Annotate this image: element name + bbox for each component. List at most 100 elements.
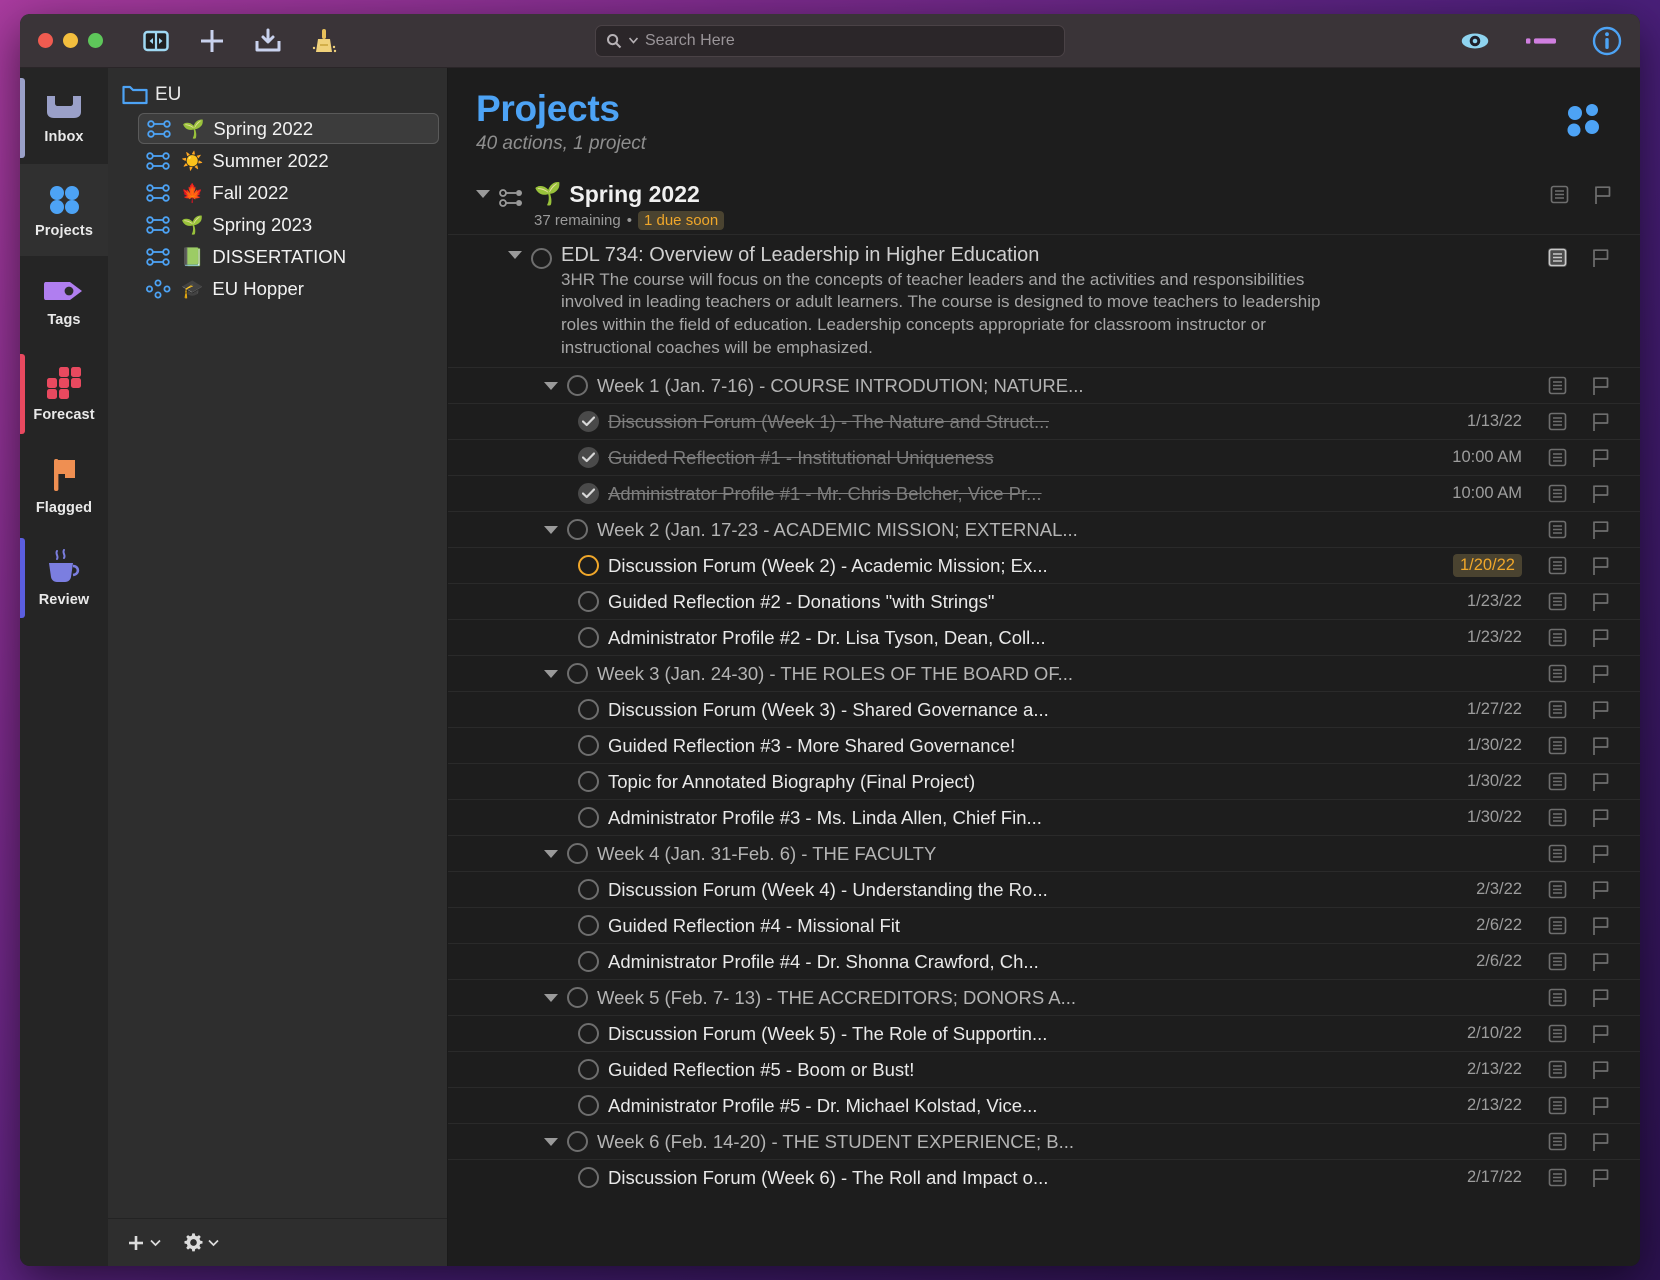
note-icon[interactable]	[1548, 248, 1567, 268]
flag-icon[interactable]	[1592, 628, 1610, 648]
task-row[interactable]: Administrator Profile #2 - Dr. Lisa Tyso…	[448, 619, 1640, 655]
task-status-circle[interactable]	[567, 1131, 588, 1153]
search-bar[interactable]	[595, 24, 1065, 57]
project-list-item[interactable]: ☀️ Summer 2022	[138, 145, 439, 176]
task-status-circle[interactable]	[578, 807, 599, 829]
task-row[interactable]: Administrator Profile #4 - Dr. Shonna Cr…	[448, 943, 1640, 979]
flag-icon[interactable]	[1592, 916, 1610, 936]
note-icon[interactable]	[1548, 484, 1567, 503]
task-status-circle[interactable]	[578, 951, 599, 973]
task-status-circle[interactable]	[578, 1095, 599, 1117]
project-list-item[interactable]: 🌱 Spring 2023	[138, 209, 439, 240]
task-status-circle[interactable]	[578, 447, 599, 469]
task-row[interactable]: Discussion Forum (Week 4) - Understandin…	[448, 871, 1640, 907]
flag-icon[interactable]	[1592, 844, 1610, 864]
maximize-button[interactable]	[88, 33, 103, 48]
add-item-icon[interactable]	[197, 26, 227, 56]
search-input[interactable]	[645, 31, 1054, 50]
note-icon[interactable]	[1548, 772, 1567, 791]
disclosure-triangle-icon[interactable]	[476, 189, 490, 198]
flag-icon[interactable]	[1592, 376, 1610, 396]
sidebar-item-tags[interactable]: Tags	[20, 256, 108, 348]
inspector-info-icon[interactable]	[1592, 26, 1622, 56]
task-row[interactable]: Administrator Profile #5 - Dr. Michael K…	[448, 1087, 1640, 1123]
note-icon[interactable]	[1548, 916, 1567, 935]
flag-icon[interactable]	[1592, 1024, 1610, 1044]
flag-icon[interactable]	[1592, 412, 1610, 432]
flag-icon[interactable]	[1592, 448, 1610, 468]
task-status-circle[interactable]	[567, 843, 588, 865]
perspective-stripe-icon[interactable]	[1526, 26, 1556, 56]
task-status-circle[interactable]	[578, 1167, 599, 1189]
close-button[interactable]	[38, 33, 53, 48]
task-row[interactable]: Administrator Profile #1 - Mr. Chris Bel…	[448, 475, 1640, 511]
sidebar-toggle-icon[interactable]	[141, 26, 171, 56]
task-status-circle[interactable]	[567, 375, 588, 397]
sidebar-item-inbox[interactable]: Inbox	[20, 72, 108, 164]
task-status-circle[interactable]	[578, 699, 599, 721]
flag-icon[interactable]	[1592, 592, 1610, 612]
task-row[interactable]: Discussion Forum (Week 6) - The Roll and…	[448, 1159, 1640, 1195]
task-group-row[interactable]: Week 6 (Feb. 14-20) - THE STUDENT EXPERI…	[448, 1123, 1640, 1159]
task-row[interactable]: Guided Reflection #2 - Donations "with S…	[448, 583, 1640, 619]
sidebar-item-flagged[interactable]: Flagged	[20, 440, 108, 532]
note-icon[interactable]	[1548, 952, 1567, 971]
note-icon[interactable]	[1548, 1168, 1567, 1187]
flag-icon[interactable]	[1592, 1168, 1610, 1188]
task-status-circle[interactable]	[578, 483, 599, 505]
sidebar-item-review[interactable]: Review	[20, 532, 108, 624]
project-list-item[interactable]: 🍁 Fall 2022	[138, 177, 439, 208]
note-icon[interactable]	[1548, 412, 1567, 431]
flag-icon[interactable]	[1592, 248, 1610, 268]
flag-icon[interactable]	[1592, 952, 1610, 972]
note-icon[interactable]	[1548, 664, 1567, 683]
task-group-row[interactable]: Week 4 (Jan. 31-Feb. 6) - THE FACULTY	[448, 835, 1640, 871]
flag-icon[interactable]	[1592, 520, 1610, 540]
flag-icon[interactable]	[1592, 988, 1610, 1008]
task-group-row[interactable]: Week 2 (Jan. 17-23 - ACADEMIC MISSION; E…	[448, 511, 1640, 547]
task-status-circle[interactable]	[578, 1059, 599, 1081]
task-row[interactable]: Guided Reflection #1 - Institutional Uni…	[448, 439, 1640, 475]
flag-icon[interactable]	[1592, 772, 1610, 792]
disclosure-triangle-icon[interactable]	[544, 1137, 558, 1146]
sidebar-item-forecast[interactable]: Forecast	[20, 348, 108, 440]
note-icon[interactable]	[1548, 1024, 1567, 1043]
disclosure-triangle-icon[interactable]	[544, 525, 558, 534]
cleanup-broom-icon[interactable]	[309, 26, 339, 56]
add-project-button[interactable]	[126, 1233, 161, 1253]
view-options-eye-icon[interactable]	[1460, 26, 1490, 56]
disclosure-triangle-icon[interactable]	[544, 669, 558, 678]
note-icon[interactable]	[1548, 880, 1567, 899]
disclosure-triangle-icon[interactable]	[544, 993, 558, 1002]
flag-icon[interactable]	[1592, 484, 1610, 504]
task-group-row[interactable]: Week 1 (Jan. 7-16) - COURSE INTRODUTION;…	[448, 367, 1640, 403]
task-status-circle[interactable]	[578, 915, 599, 937]
note-icon[interactable]	[1548, 376, 1567, 395]
project-list-item[interactable]: 🎓 EU Hopper	[138, 273, 439, 304]
note-icon[interactable]	[1548, 1060, 1567, 1079]
task-status-circle[interactable]	[578, 411, 599, 433]
task-status-circle[interactable]	[578, 879, 599, 901]
note-icon[interactable]	[1548, 592, 1567, 611]
flag-icon[interactable]	[1594, 185, 1612, 205]
disclosure-triangle-icon[interactable]	[544, 381, 558, 390]
note-icon[interactable]	[1548, 448, 1567, 467]
task-row[interactable]: Administrator Profile #3 - Ms. Linda All…	[448, 799, 1640, 835]
note-icon[interactable]	[1548, 844, 1567, 863]
flag-icon[interactable]	[1592, 880, 1610, 900]
project-settings-button[interactable]	[183, 1232, 219, 1253]
note-icon[interactable]	[1548, 736, 1567, 755]
project-group-header[interactable]: 🌱 Spring 2022 37 remaining • 1 due soon	[448, 177, 1640, 234]
flag-icon[interactable]	[1592, 700, 1610, 720]
task-status-circle[interactable]	[578, 555, 599, 577]
task-row[interactable]: Topic for Annotated Biography (Final Pro…	[448, 763, 1640, 799]
task-row[interactable]: Guided Reflection #3 - More Shared Gover…	[448, 727, 1640, 763]
flag-icon[interactable]	[1592, 736, 1610, 756]
note-icon[interactable]	[1548, 808, 1567, 827]
task-status-circle[interactable]	[531, 247, 552, 269]
inbox-download-icon[interactable]	[253, 26, 283, 56]
task-status-circle[interactable]	[567, 987, 588, 1009]
disclosure-triangle-icon[interactable]	[508, 250, 522, 259]
flag-icon[interactable]	[1592, 1132, 1610, 1152]
task-row[interactable]: Guided Reflection #5 - Boom or Bust! 2/13…	[448, 1051, 1640, 1087]
